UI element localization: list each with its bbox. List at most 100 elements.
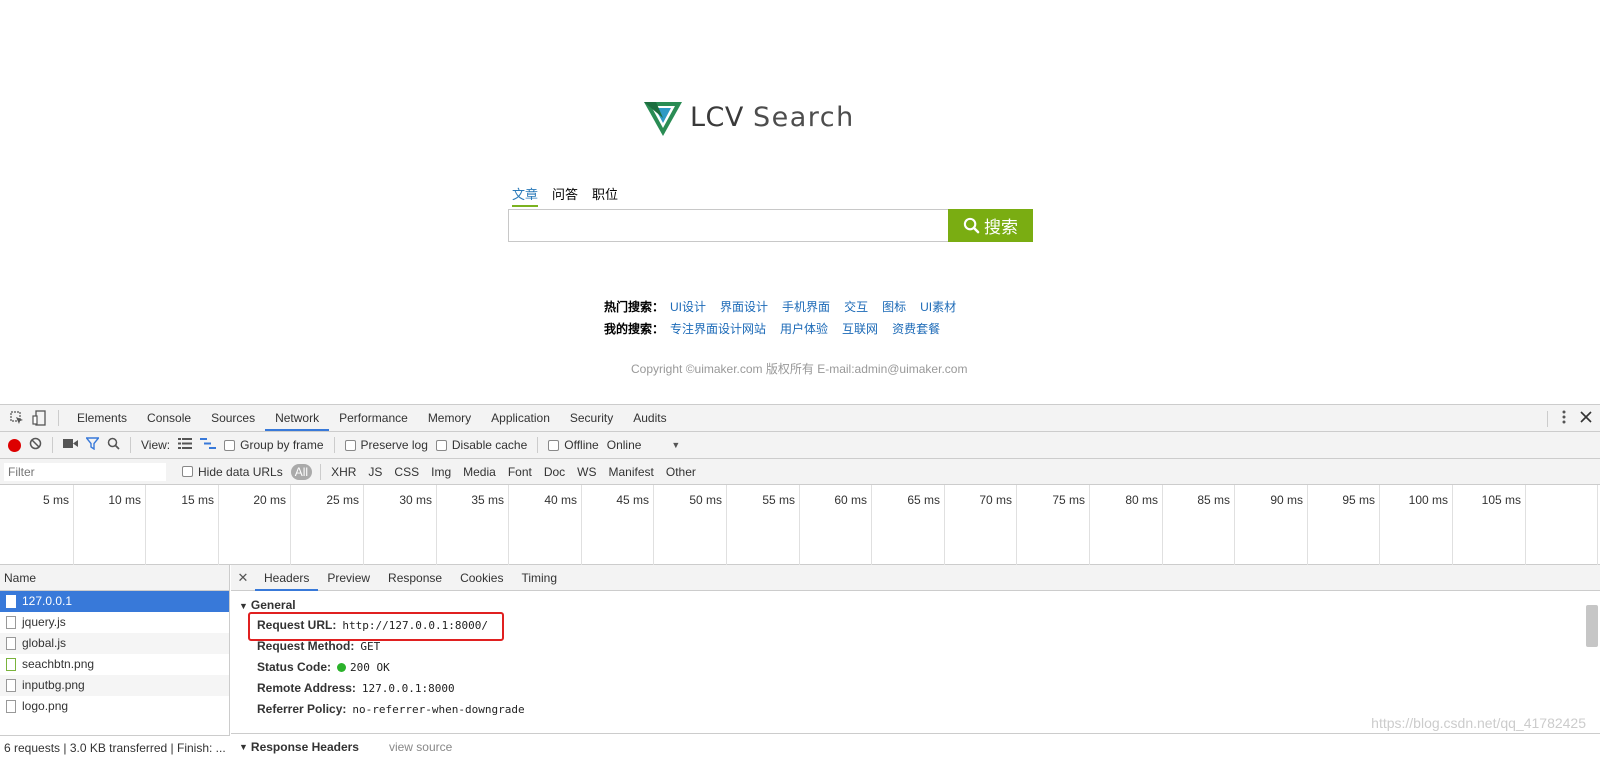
search-input[interactable] xyxy=(508,209,948,242)
tab-application[interactable]: Application xyxy=(481,405,560,431)
logo[interactable]: LCV Search xyxy=(642,96,855,138)
filter-type-ws[interactable]: WS xyxy=(575,464,598,480)
close-detail-icon[interactable]: ✕ xyxy=(231,570,255,586)
disable-cache-checkbox[interactable]: Disable cache xyxy=(435,438,527,452)
highlight-annotation xyxy=(248,612,504,641)
filter-bar: Hide data URLs All XHR JS CSS Img Media … xyxy=(0,459,1600,485)
timeline-tick-label: 75 ms xyxy=(1052,493,1085,507)
view-label: View: xyxy=(141,438,171,452)
checkbox-label: Offline xyxy=(564,438,599,452)
filter-type-manifest[interactable]: Manifest xyxy=(607,464,656,480)
timeline-gridline xyxy=(871,485,872,565)
more-options-icon[interactable] xyxy=(1562,410,1566,427)
search-tab-qa[interactable]: 问答 xyxy=(552,184,578,207)
tab-security[interactable]: Security xyxy=(560,405,623,431)
close-icon[interactable] xyxy=(1580,411,1592,426)
timeline-gridline xyxy=(944,485,945,565)
tab-sources[interactable]: Sources xyxy=(201,405,265,431)
tab-console[interactable]: Console xyxy=(137,405,201,431)
my-searches-label: 我的搜索： xyxy=(604,322,665,336)
request-detail-panel: ✕ Headers Preview Response Cookies Timin… xyxy=(231,565,1600,758)
my-searches-row: 我的搜索： 专注界面设计网站 用户体验 互联网 资费套餐 xyxy=(604,318,970,340)
timeline-tick-label: 90 ms xyxy=(1270,493,1303,507)
request-row[interactable]: 127.0.0.1 xyxy=(0,591,229,612)
filter-type-js[interactable]: JS xyxy=(366,464,384,480)
request-row[interactable]: inputbg.png xyxy=(0,675,229,696)
view-source-link[interactable]: view source xyxy=(389,740,452,754)
document-icon xyxy=(6,700,16,713)
name-column-header[interactable]: Name xyxy=(0,565,229,591)
filter-type-font[interactable]: Font xyxy=(506,464,534,480)
response-headers-section[interactable]: ▼ Response Headers view source xyxy=(231,733,1600,758)
tab-cookies[interactable]: Cookies xyxy=(451,565,512,591)
capture-screenshots-icon[interactable] xyxy=(63,438,78,452)
tab-headers[interactable]: Headers xyxy=(255,565,319,591)
group-by-frame-checkbox[interactable]: Group by frame xyxy=(224,438,324,452)
tab-performance[interactable]: Performance xyxy=(329,405,418,431)
hot-link[interactable]: UI设计 xyxy=(670,296,706,318)
separator xyxy=(52,437,53,453)
filter-type-img[interactable]: Img xyxy=(429,464,453,480)
hot-link[interactable]: UI素材 xyxy=(920,296,956,318)
general-section-title: General xyxy=(250,598,296,612)
tab-memory[interactable]: Memory xyxy=(418,405,481,431)
my-search-link[interactable]: 专注界面设计网站 xyxy=(670,318,766,340)
header-value: no-referrer-when-downgrade xyxy=(352,703,525,716)
request-row[interactable]: seachbtn.png xyxy=(0,654,229,675)
tab-timing[interactable]: Timing xyxy=(512,565,566,591)
filter-type-doc[interactable]: Doc xyxy=(542,464,567,480)
my-search-link[interactable]: 用户体验 xyxy=(780,318,828,340)
request-row[interactable]: global.js xyxy=(0,633,229,654)
offline-checkbox[interactable]: Offline xyxy=(548,438,599,452)
hot-link[interactable]: 交互 xyxy=(844,296,868,318)
my-search-link[interactable]: 资费套餐 xyxy=(892,318,940,340)
timeline-tick-label: 30 ms xyxy=(399,493,432,507)
my-search-link[interactable]: 互联网 xyxy=(842,318,878,340)
request-row[interactable]: jquery.js xyxy=(0,612,229,633)
devtools-right-controls xyxy=(1547,405,1592,432)
search-button[interactable]: 搜索 xyxy=(948,209,1033,242)
network-timeline-overview[interactable]: 5 ms 10 ms 15 ms 20 ms 25 ms 30 ms 35 ms 40 ms 4… xyxy=(0,485,1600,565)
tab-network[interactable]: Network xyxy=(265,405,330,431)
filter-type-all[interactable]: All xyxy=(290,463,313,480)
list-view-icon[interactable] xyxy=(178,438,193,452)
filter-type-css[interactable]: CSS xyxy=(392,464,421,480)
search-icon[interactable] xyxy=(107,437,120,453)
filter-type-media[interactable]: Media xyxy=(461,464,498,480)
record-icon[interactable] xyxy=(8,438,21,452)
timeline-tick-label: 60 ms xyxy=(834,493,867,507)
tab-elements[interactable]: Elements xyxy=(67,405,137,431)
remote-address-row: Remote Address: 127.0.0.1:8000 xyxy=(231,678,1600,699)
filter-input[interactable] xyxy=(4,462,166,481)
inspect-element-icon[interactable] xyxy=(6,407,28,429)
filter-icon[interactable] xyxy=(85,437,100,453)
header-key: Referrer Policy: xyxy=(257,702,347,716)
hot-link[interactable]: 界面设计 xyxy=(720,296,768,318)
filter-type-other[interactable]: Other xyxy=(664,464,698,480)
clear-icon[interactable] xyxy=(29,437,42,453)
search-tab-article[interactable]: 文章 xyxy=(512,184,539,207)
tab-preview[interactable]: Preview xyxy=(318,565,379,591)
detail-scrollbar[interactable] xyxy=(1586,605,1598,647)
preserve-log-checkbox[interactable]: Preserve log xyxy=(344,438,428,452)
timeline-gridline xyxy=(1452,485,1453,565)
checkbox-box xyxy=(344,439,356,451)
device-toolbar-icon[interactable] xyxy=(28,407,50,429)
timeline-tick-label: 50 ms xyxy=(689,493,722,507)
search-tab-job[interactable]: 职位 xyxy=(592,184,618,207)
request-name: inputbg.png xyxy=(22,678,85,692)
copyright: Copyright ©uimaker.com 版权所有 E-mail:admin… xyxy=(631,362,968,376)
throttle-select[interactable]: Online ▼ xyxy=(607,438,681,452)
hot-link[interactable]: 图标 xyxy=(882,296,906,318)
waterfall-view-icon[interactable] xyxy=(200,438,217,452)
filter-type-xhr[interactable]: XHR xyxy=(329,464,358,480)
separator xyxy=(1547,410,1548,427)
hide-data-urls-checkbox[interactable]: Hide data URLs xyxy=(182,465,283,479)
separator xyxy=(333,437,335,453)
hot-link[interactable]: 手机界面 xyxy=(782,296,830,318)
tab-audits[interactable]: Audits xyxy=(623,405,676,431)
timeline-gridline xyxy=(1162,485,1163,565)
request-row[interactable]: logo.png xyxy=(0,696,229,717)
watermark: https://blog.csdn.net/qq_41782425 xyxy=(1371,715,1586,731)
tab-response[interactable]: Response xyxy=(379,565,451,591)
